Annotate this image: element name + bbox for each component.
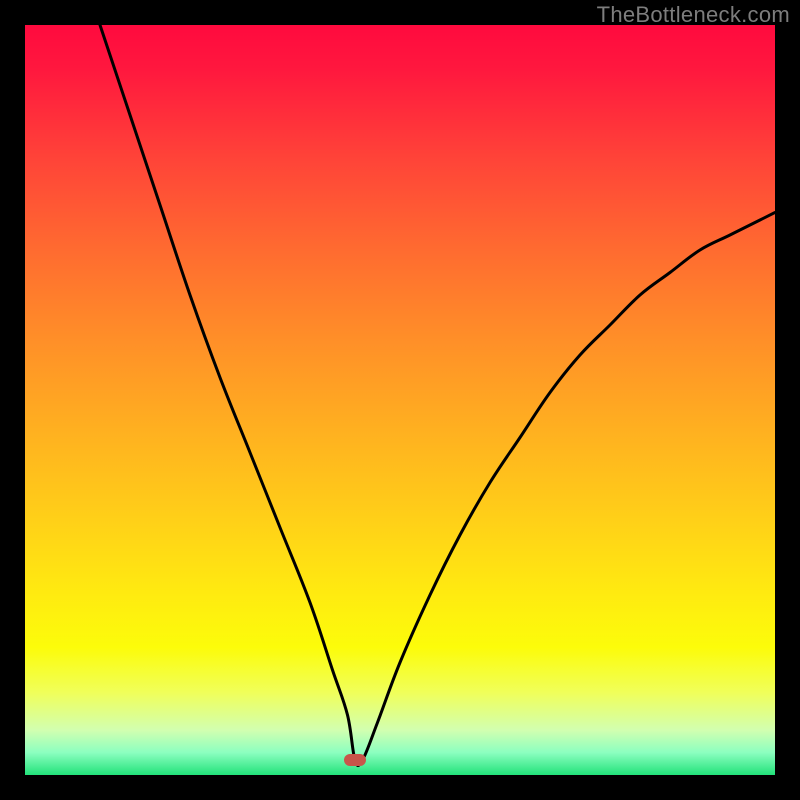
plot-area (25, 25, 775, 775)
chart-frame: TheBottleneck.com (0, 0, 800, 800)
minimum-marker (344, 754, 366, 766)
watermark-text: TheBottleneck.com (597, 2, 790, 28)
bottleneck-curve (25, 25, 775, 775)
